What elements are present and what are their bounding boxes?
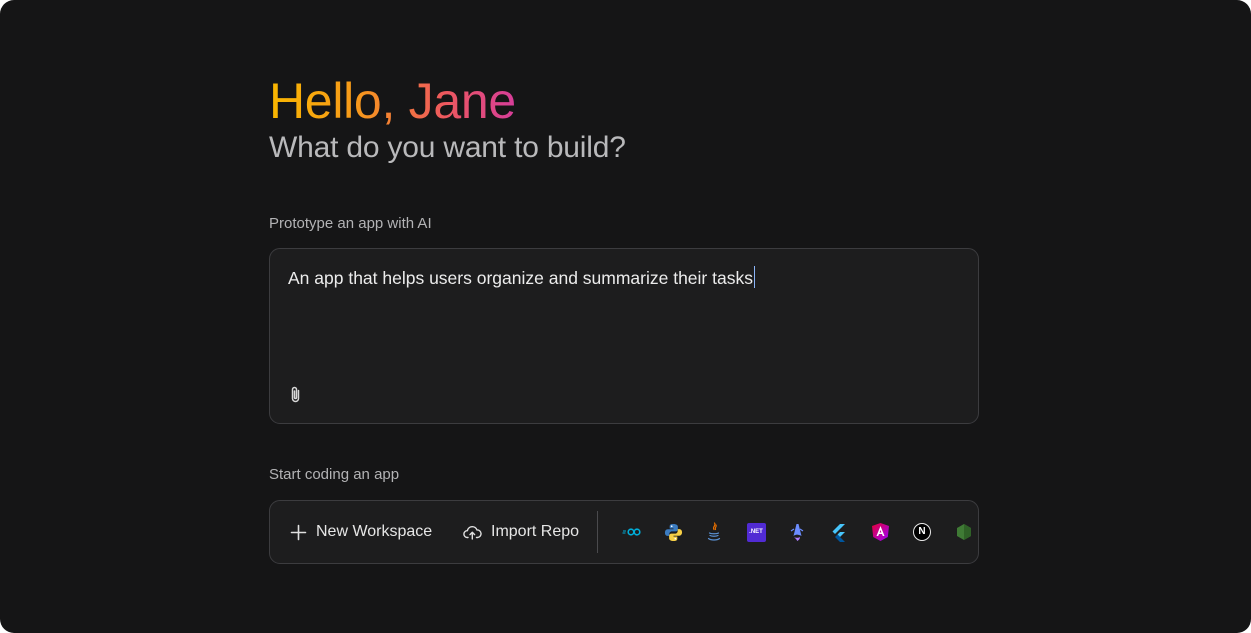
python-icon[interactable] (662, 521, 684, 543)
import-repo-button[interactable]: Import Repo (463, 501, 579, 563)
import-repo-label: Import Repo (491, 523, 580, 540)
prompt-input[interactable]: An app that helps users organize and sum… (269, 248, 979, 424)
greeting-title: Hello, Jane (269, 70, 516, 130)
prompt-value: An app that helps users organize and sum… (288, 268, 753, 288)
astro-icon[interactable] (786, 521, 808, 543)
nextjs-letter: N (918, 526, 926, 537)
plus-icon (290, 524, 307, 540)
dotnet-icon[interactable]: .NET (745, 521, 767, 543)
main-content: Hello, Jane What do you want to build? P… (269, 70, 981, 564)
dotnet-label: .NET (749, 529, 763, 535)
coding-toolbar: New Workspace Import Repo .NET N (269, 500, 979, 564)
coding-section-label: Start coding an app (269, 466, 400, 483)
java-icon[interactable] (703, 521, 725, 543)
greeting-subtitle: What do you want to build? (269, 131, 626, 164)
paperclip-icon[interactable] (288, 385, 304, 405)
new-workspace-label: New Workspace (316, 523, 433, 540)
prompt-text[interactable]: An app that helps users organize and sum… (288, 266, 756, 289)
flutter-icon[interactable] (827, 521, 849, 543)
go-icon[interactable] (621, 521, 643, 543)
nextjs-icon[interactable]: N (911, 521, 933, 543)
angular-icon[interactable] (869, 521, 891, 543)
text-caret (753, 266, 756, 288)
app-window: Hello, Jane What do you want to build? P… (0, 0, 1251, 633)
nodejs-icon[interactable] (953, 521, 975, 543)
cloud-upload-icon (463, 525, 482, 540)
toolbar-divider (597, 511, 598, 553)
new-workspace-button[interactable]: New Workspace (290, 501, 432, 563)
prototype-section-label: Prototype an app with AI (269, 215, 432, 232)
